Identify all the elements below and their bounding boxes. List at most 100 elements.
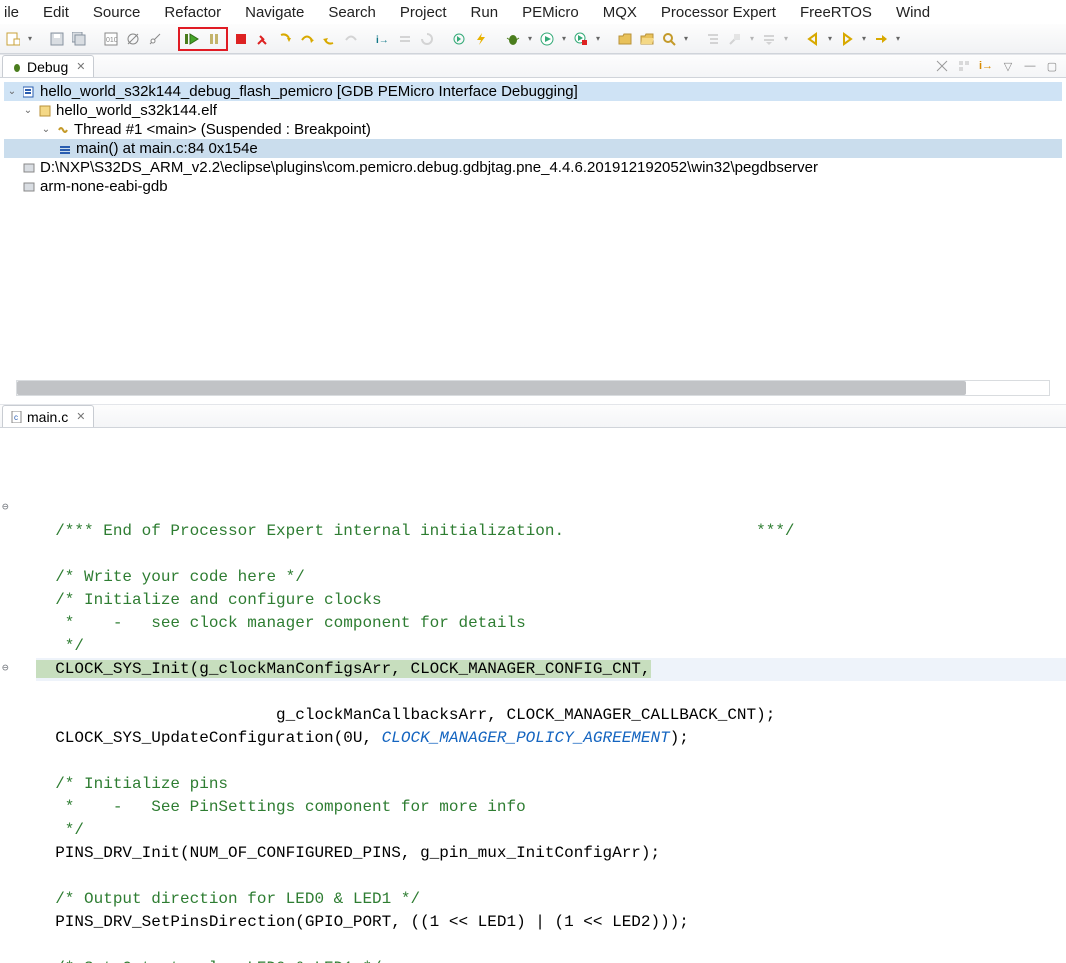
debug-gdb-node[interactable]: arm-none-eabi-gdb <box>4 177 1062 196</box>
back-icon[interactable] <box>804 30 822 48</box>
step-into-icon[interactable] <box>276 30 294 48</box>
code-line: /*** End of Processor Expert internal in… <box>36 522 795 540</box>
editor-tabbar: c main.c ✕ <box>0 404 1066 428</box>
terminate-button[interactable] <box>232 30 250 48</box>
instruction-step-icon[interactable] <box>342 30 360 48</box>
editor-gutter[interactable]: ⊖ ⊖ <box>0 428 24 963</box>
debug-server-label: D:\NXP\S32DS_ARM_v2.2\eclipse\plugins\co… <box>40 159 818 176</box>
editor-tab-close[interactable]: ✕ <box>76 410 85 423</box>
thread-icon <box>56 123 70 137</box>
editor-tab-mainc[interactable]: c main.c ✕ <box>2 405 94 427</box>
menu-processor-expert[interactable]: Processor Expert <box>649 2 788 23</box>
disconnect-icon[interactable] <box>254 30 272 48</box>
search-icon[interactable] <box>660 30 678 48</box>
step-return-icon[interactable] <box>320 30 338 48</box>
code-line: PINS_DRV_Init(NUM_OF_CONFIGURED_PINS, g_… <box>36 844 660 862</box>
menu-window[interactable]: Wind <box>884 2 942 23</box>
run-icon[interactable] <box>538 30 556 48</box>
pause-button[interactable] <box>205 30 223 48</box>
folder-icon[interactable] <box>616 30 634 48</box>
debug-frame-label: main() at main.c:84 0x154e <box>76 140 258 157</box>
c-file-icon: c <box>11 411 23 423</box>
resume-button[interactable] <box>183 30 201 48</box>
expander-icon[interactable]: ⌄ <box>40 124 52 136</box>
fold-marker[interactable]: ⊖ <box>2 658 9 681</box>
debug-dropdown[interactable]: ▾ <box>526 34 534 43</box>
menu-mqx[interactable]: MQX <box>591 2 649 23</box>
search-dropdown[interactable]: ▾ <box>682 34 690 43</box>
code-line: PINS_DRV_SetPinsDirection(GPIO_PORT, ((1… <box>36 913 689 931</box>
code-line: /* Set Output value LED0 & LED1 */ <box>36 959 382 963</box>
menu-project[interactable]: Project <box>388 2 459 23</box>
debug-tab-icon <box>11 61 23 73</box>
debug-elf-node[interactable]: ⌄ hello_world_s32k144.elf <box>4 101 1062 120</box>
source-editor[interactable]: ⊖ ⊖ /*** End of Processor Expert interna… <box>0 428 1066 963</box>
expander-icon[interactable]: ⌄ <box>6 86 18 98</box>
filter-icon[interactable] <box>146 30 164 48</box>
debug-tab[interactable]: Debug ✕ <box>2 55 94 77</box>
new-icon[interactable] <box>4 30 22 48</box>
menu-refactor[interactable]: Refactor <box>152 2 233 23</box>
debug-tab-close[interactable]: ✕ <box>76 60 85 73</box>
restart-icon[interactable] <box>418 30 436 48</box>
fold-marker[interactable]: ⊖ <box>2 497 9 520</box>
debug-thread-label: Thread #1 <main> (Suspended : Breakpoint… <box>74 121 371 138</box>
debug-elf-label: hello_world_s32k144.elf <box>56 102 217 119</box>
forward-dropdown[interactable]: ▾ <box>860 34 868 43</box>
step-over-icon[interactable] <box>298 30 316 48</box>
run-stop-dropdown[interactable]: ▾ <box>594 34 602 43</box>
save-all-icon[interactable] <box>70 30 88 48</box>
debug-h-scrollbar[interactable] <box>16 380 1050 396</box>
debug-server-node[interactable]: D:\NXP\S32DS_ARM_v2.2\eclipse\plugins\co… <box>4 158 1062 177</box>
instruction-toggle-icon[interactable]: i→ <box>978 58 994 74</box>
forward-icon[interactable] <box>838 30 856 48</box>
resume-highlight <box>178 27 228 51</box>
fwd-arrow-icon[interactable] <box>872 30 890 48</box>
back-dropdown[interactable]: ▾ <box>826 34 834 43</box>
menu-freertos[interactable]: FreeRTOS <box>788 2 884 23</box>
reset-icon[interactable] <box>396 30 414 48</box>
binary-icon[interactable]: 010 <box>102 30 120 48</box>
menu-edit[interactable]: Edit <box>31 2 81 23</box>
svg-text:i→: i→ <box>376 35 389 46</box>
expander-icon[interactable]: ⌄ <box>22 105 34 117</box>
qr-icon[interactable] <box>956 58 972 74</box>
gdb-icon <box>22 180 36 194</box>
current-line: CLOCK_SYS_Init(g_clockManConfigsArr, CLO… <box>36 658 1066 681</box>
instruction-mode-icon[interactable]: i→ <box>374 30 392 48</box>
remove-terminated-icon[interactable] <box>934 58 950 74</box>
save-icon[interactable] <box>48 30 66 48</box>
debug-frame-node[interactable]: main() at main.c:84 0x154e <box>4 139 1062 158</box>
pin-dropdown[interactable]: ▾ <box>748 34 756 43</box>
menu-source[interactable]: Source <box>81 2 153 23</box>
menu-search[interactable]: Search <box>316 2 388 23</box>
menu-navigate[interactable]: Navigate <box>233 2 316 23</box>
new-dropdown[interactable]: ▾ <box>26 34 34 43</box>
maximize-icon[interactable]: ▢ <box>1044 58 1060 74</box>
nav-list-icon[interactable] <box>760 30 778 48</box>
debug-launch-node[interactable]: ⌄ hello_world_s32k144_debug_flash_pemicr… <box>4 82 1062 101</box>
nav-list-dropdown[interactable]: ▾ <box>782 34 790 43</box>
editor-tab-label: main.c <box>27 409 68 425</box>
fwd-arrow-dropdown[interactable]: ▾ <box>894 34 902 43</box>
skip-breakpoints-icon[interactable] <box>124 30 142 48</box>
run-stop-icon[interactable] <box>572 30 590 48</box>
run-dropdown[interactable]: ▾ <box>560 34 568 43</box>
flash-icon[interactable] <box>450 30 468 48</box>
debug-thread-node[interactable]: ⌄ Thread #1 <main> (Suspended : Breakpoi… <box>4 120 1062 139</box>
menu-run[interactable]: Run <box>459 2 511 23</box>
gdbserver-icon <box>22 161 36 175</box>
menu-file[interactable]: ile <box>4 2 31 23</box>
folder-open-icon[interactable] <box>638 30 656 48</box>
outline-icon[interactable] <box>704 30 722 48</box>
main-toolbar: ▾ 010 i→ ▾ ▾ ▾ ▾ ▾ ▾ ▾ ▾ ▾ <box>0 24 1066 54</box>
view-menu-icon[interactable]: ▽ <box>1000 58 1016 74</box>
pin-icon[interactable] <box>726 30 744 48</box>
bug-icon[interactable] <box>504 30 522 48</box>
debug-view-toolbar: i→ ▽ — ▢ <box>934 58 1060 74</box>
code-line: /* Output direction for LED0 & LED1 */ <box>36 890 420 908</box>
lightning-icon[interactable] <box>472 30 490 48</box>
menu-pemicro[interactable]: PEMicro <box>510 2 591 23</box>
code-line: /* Write your code here */ <box>36 568 305 586</box>
minimize-icon[interactable]: — <box>1022 58 1038 74</box>
